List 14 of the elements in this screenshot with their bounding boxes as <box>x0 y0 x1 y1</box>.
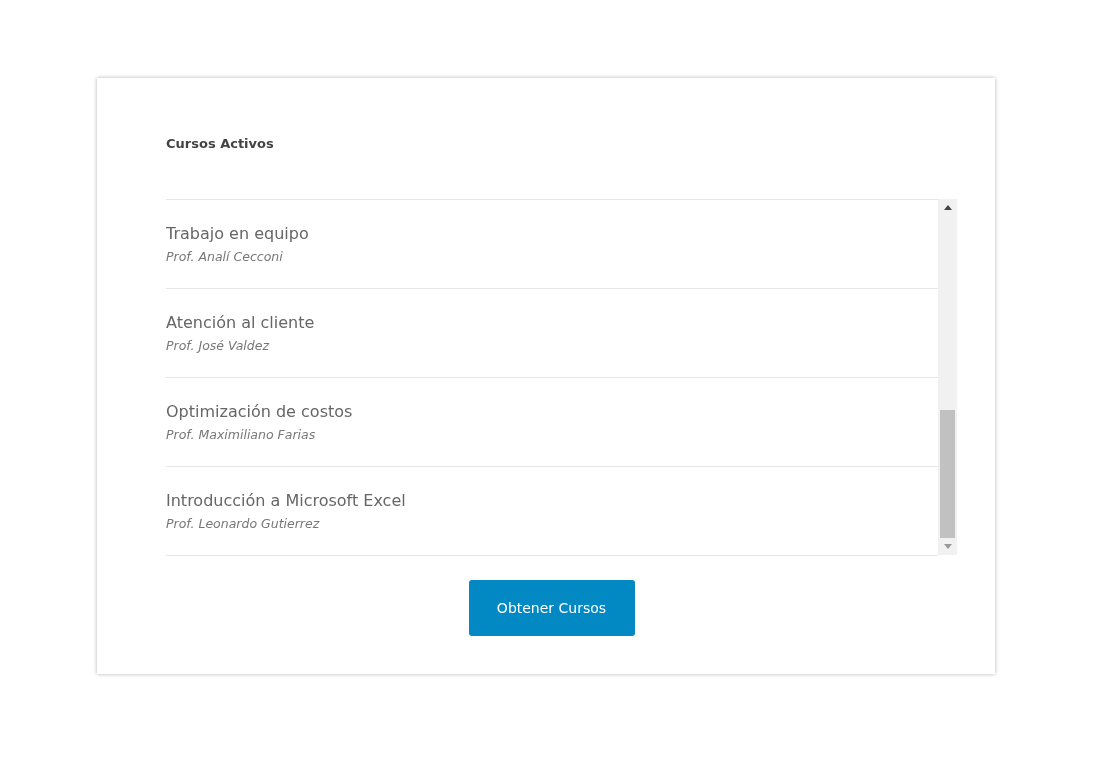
scrollbar[interactable] <box>938 199 957 555</box>
course-name: Optimización de costos <box>166 402 354 421</box>
scroll-up-icon[interactable] <box>943 205 952 210</box>
course-name: Trabajo en equipo <box>166 224 310 243</box>
course-name: Introducción a Microsoft Excel <box>166 491 407 510</box>
scroll-down-icon[interactable] <box>943 544 952 549</box>
teacher-name: Prof. Maximiliano Farias <box>166 427 317 442</box>
teacher-name: Prof. José Valdez <box>166 338 271 353</box>
teacher-name: Prof. Analí Cecconi <box>166 249 284 264</box>
scrollbar-thumb[interactable] <box>940 410 955 538</box>
teacher-name: Prof. Leonardo Gutierrez <box>166 516 321 531</box>
course-name: Atención al cliente <box>166 313 316 332</box>
section-title: Cursos Activos <box>166 135 275 153</box>
get-courses-button[interactable]: Obtener Cursos <box>468 580 635 636</box>
